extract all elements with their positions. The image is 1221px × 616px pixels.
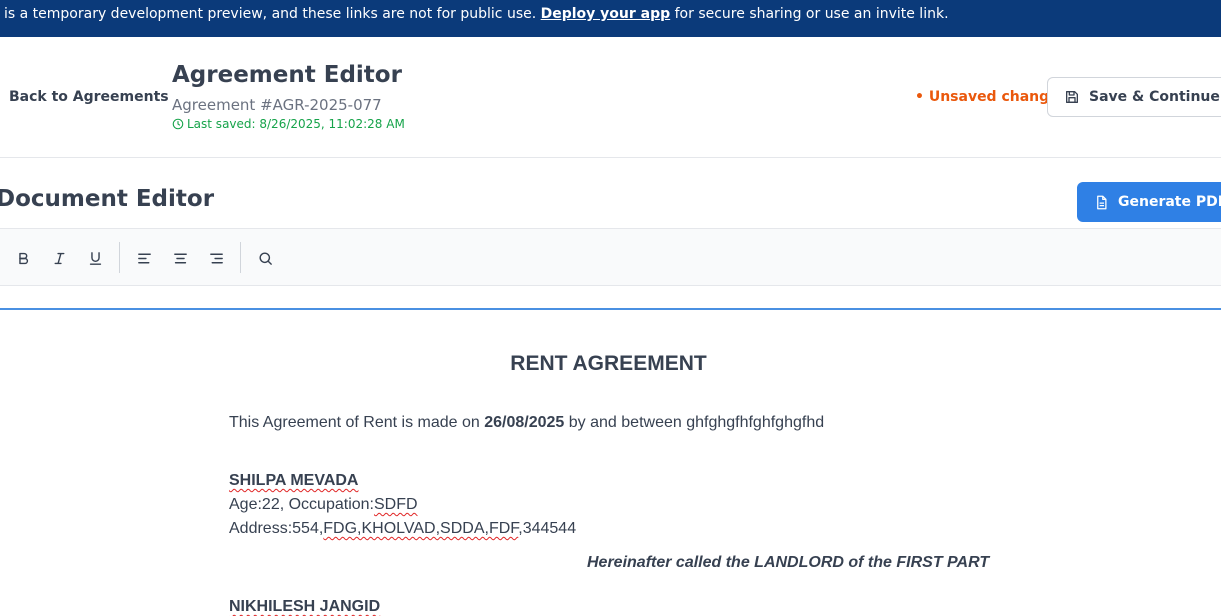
intro-parties: by and between ghfghgfhfghfghgfhd [568,414,825,431]
tenant-name-text: NIKHILESH JANGID [229,598,381,615]
agreement-date: 26/08/2025 [484,414,565,431]
last-saved-text: Last saved: 8/26/2025, 11:02:28 AM [187,117,405,131]
editor-header: Back to Agreements Agreement Editor Agre… [0,37,1221,158]
tenant-name: NIKHILESH JANGID [229,598,380,616]
intro-text: This Agreement of Rent is made on [229,414,480,431]
formatting-toolbar [0,228,1221,286]
align-left-button[interactable] [134,248,154,268]
unsaved-changes-indicator: • Unsaved changes [915,89,1067,105]
align-left-icon [137,253,151,263]
search-button[interactable] [255,248,275,268]
agreement-number: Agreement #AGR-2025-077 [172,96,382,114]
toolbar-divider [240,242,241,273]
banner-text-after: for secure sharing or use an invite link… [674,6,949,22]
landlord-age: Age:22, Occupation: [229,496,374,513]
deploy-link[interactable]: Deploy your app [541,6,671,22]
document-heading: RENT AGREEMENT [510,352,707,375]
landlord-address-pin: ,344544 [518,520,577,537]
bold-icon [18,252,28,264]
search-icon [258,251,272,265]
document-icon [1097,195,1107,209]
underline-button[interactable] [85,248,105,268]
generate-pdf-button[interactable]: Generate PDF [1077,182,1221,222]
page-title: Agreement Editor [172,62,402,88]
italic-button[interactable] [49,248,69,268]
landlord-age-occupation: Age:22, Occupation:SDFD [229,496,418,514]
align-center-icon [173,253,187,263]
underline-icon [89,251,101,265]
save-button-label: Save & Continue Later [1089,89,1221,105]
toolbar-divider [119,242,120,273]
document-canvas[interactable]: RENT AGREEMENT This Agreement of Rent is… [0,308,1221,616]
intro-paragraph: This Agreement of Rent is made on 26/08/… [229,414,824,432]
save-icon [1066,91,1078,103]
back-to-agreements-link[interactable]: Back to Agreements [9,89,169,105]
generate-pdf-label: Generate PDF [1118,194,1221,210]
bold-button[interactable] [13,248,33,268]
landlord-address-rest: FDG,KHOLVAD,SDDA,FDF [323,520,519,537]
document-editor-title: Document Editor [0,186,215,212]
landlord-occupation: SDFD [373,496,418,513]
preview-banner: is a temporary development preview, and … [0,0,1221,37]
landlord-name-text: SHILPA MEVADA [229,472,359,489]
landlord-role: Hereinafter called the LANDLORD of the F… [587,554,990,571]
landlord-address: Address:554,FDG,KHOLVAD,SDDA,FDF,344544 [229,520,576,538]
landlord-name: SHILPA MEVADA [229,472,358,490]
align-right-button[interactable] [206,248,226,268]
landlord-address-prefix: Address:554, [229,520,324,537]
clock-icon [172,118,184,130]
italic-icon [54,252,64,264]
banner-text: is a temporary development preview, and … [4,6,537,22]
align-right-icon [209,253,223,263]
align-center-button[interactable] [170,248,190,268]
save-continue-later-button[interactable]: Save & Continue Later [1047,77,1221,117]
last-saved-status: Last saved: 8/26/2025, 11:02:28 AM [172,117,405,131]
